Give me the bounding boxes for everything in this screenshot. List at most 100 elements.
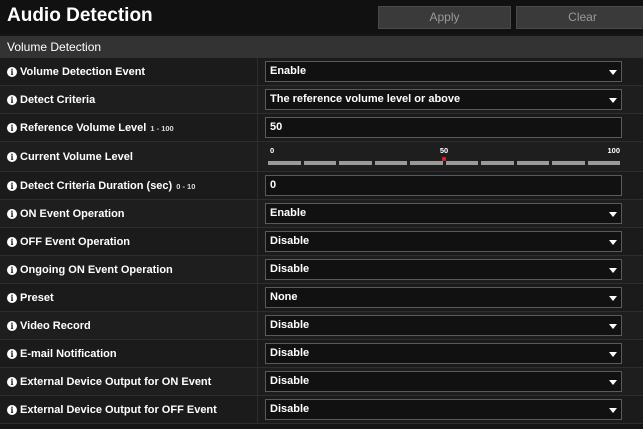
label-cell: i Reference Volume Level 1 - 100 [0,114,258,141]
ongoing-on-event-operation-select[interactable]: Disable [265,259,622,280]
row-label: Current Volume Level [20,150,133,163]
meter-max-label: 100 [607,146,620,155]
meter-segment [374,161,407,165]
settings-table: i Volume Detection Event Enable i Detect… [0,58,643,424]
select-value: Disable [270,375,310,387]
meter-segment [516,161,549,165]
row-label: External Device Output for ON Event [20,375,212,388]
label-cell: i Video Record [0,312,258,339]
label-cell: i ON Event Operation [0,200,258,227]
external-device-output-off-select[interactable]: Disable [265,399,622,420]
info-icon[interactable]: i [7,292,17,303]
external-device-output-on-select[interactable]: Disable [265,371,622,392]
chevron-down-icon [609,352,617,357]
meter-segment [410,161,443,165]
label-cell: i Current Volume Level [0,142,258,171]
chevron-down-icon [609,380,617,385]
row-preset: i Preset None [0,284,643,312]
info-icon[interactable]: i [7,122,17,133]
label-cell: i E-mail Notification [0,340,258,367]
email-notification-select[interactable]: Disable [265,343,622,364]
row-label: Ongoing ON Event Operation [20,263,173,276]
range-hint: 1 - 100 [150,123,174,133]
meter-segment [481,161,514,165]
info-icon[interactable]: i [7,151,17,162]
header: Audio Detection Apply Clear [0,0,643,33]
meter-segment [445,161,478,165]
select-value: Disable [270,347,310,359]
chevron-down-icon [609,240,617,245]
row-label: Detect Criteria [20,93,96,106]
video-record-select[interactable]: Disable [265,315,622,336]
detect-criteria-select[interactable]: The reference volume level or above [265,89,622,110]
volume-meter: 0 50 100 [268,144,620,170]
chevron-down-icon [609,408,617,413]
preset-select[interactable]: None [265,287,622,308]
detect-criteria-duration-input[interactable]: 0 [265,175,622,196]
row-label: Volume Detection Event [20,65,146,78]
audio-detection-page: Audio Detection Apply Clear Volume Detec… [0,0,643,429]
meter-segment [339,161,372,165]
meter-min-label: 0 [270,146,275,155]
row-current-volume-level: i Current Volume Level 0 50 100 [0,142,643,172]
row-label: E-mail Notification [20,347,117,360]
info-icon[interactable]: i [7,404,17,415]
row-detect-criteria: i Detect Criteria The reference volume l… [0,86,643,114]
info-icon[interactable]: i [7,376,17,387]
info-icon[interactable]: i [7,264,17,275]
chevron-down-icon [609,70,617,75]
info-icon[interactable]: i [7,66,17,77]
select-value: The reference volume level or above [270,93,461,105]
volume-detection-event-select[interactable]: Enable [265,61,622,82]
reference-volume-level-input[interactable]: 50 [265,117,622,138]
select-value: Disable [270,319,310,331]
info-icon[interactable]: i [7,348,17,359]
row-off-event-operation: i OFF Event Operation Disable [0,228,643,256]
select-value: Enable [270,207,307,219]
row-detect-criteria-duration: i Detect Criteria Duration (sec) 0 - 10 0 [0,172,643,200]
row-external-device-output-on: i External Device Output for ON Event Di… [0,368,643,396]
select-value: Enable [270,65,307,77]
chevron-down-icon [609,268,617,273]
range-hint: 0 - 10 [176,181,196,191]
select-value: None [270,291,298,303]
row-label: ON Event Operation [20,207,125,220]
info-icon[interactable]: i [7,94,17,105]
row-label: External Device Output for OFF Event [20,403,217,416]
row-reference-volume-level: i Reference Volume Level 1 - 100 50 [0,114,643,142]
row-label: Video Record [20,319,91,332]
meter-segment [587,161,620,165]
meter-segment [552,161,585,165]
row-label: OFF Event Operation [20,235,131,248]
select-value: Disable [270,403,310,415]
label-cell: i External Device Output for ON Event [0,368,258,395]
label-cell: i Preset [0,284,258,311]
row-label-text: Reference Volume Level [20,121,147,134]
meter-segment [303,161,336,165]
off-event-operation-select[interactable]: Disable [265,231,622,252]
info-icon[interactable]: i [7,320,17,331]
row-video-record: i Video Record Disable [0,312,643,340]
row-label: Preset [20,291,54,304]
row-label: Detect Criteria Duration (sec) 0 - 10 [20,180,195,192]
section-header-volume-detection: Volume Detection [0,36,643,58]
clear-button[interactable]: Clear [516,6,643,29]
meter-mid-label: 50 [439,146,449,155]
info-icon[interactable]: i [7,236,17,247]
chevron-down-icon [609,296,617,301]
info-icon[interactable]: i [7,180,17,191]
meter-segment [268,161,301,165]
page-title: Audio Detection [7,5,153,26]
apply-button[interactable]: Apply [378,6,511,29]
label-cell: i External Device Output for OFF Event [0,396,258,423]
chevron-down-icon [609,212,617,217]
row-label-text: Detect Criteria Duration (sec) [20,179,173,192]
info-icon[interactable]: i [7,208,17,219]
label-cell: i Detect Criteria Duration (sec) 0 - 10 [0,172,258,199]
label-cell: i Ongoing ON Event Operation [0,256,258,283]
on-event-operation-select[interactable]: Enable [265,203,622,224]
row-label: Reference Volume Level 1 - 100 [20,122,174,134]
row-email-notification: i E-mail Notification Disable [0,340,643,368]
chevron-down-icon [609,324,617,329]
label-cell: i Volume Detection Event [0,58,258,85]
